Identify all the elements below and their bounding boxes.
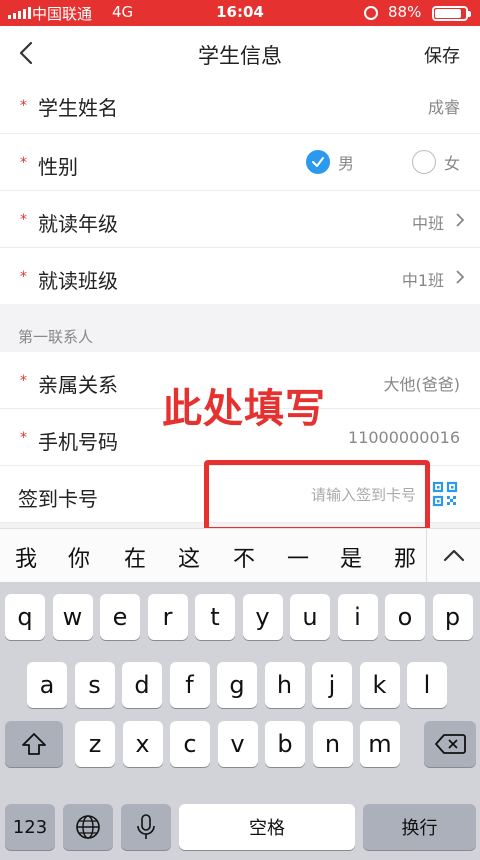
annotation-highlight-box <box>204 460 430 532</box>
radio-checked-icon <box>306 150 330 174</box>
key-w[interactable]: w <box>52 594 93 640</box>
key-i[interactable]: i <box>337 594 378 640</box>
expand-candidates-button[interactable] <box>426 529 480 583</box>
chevron-right-icon <box>456 213 465 227</box>
candidate-word[interactable]: 那 <box>394 541 416 573</box>
key-j[interactable]: j <box>312 662 352 708</box>
candidate-word[interactable]: 在 <box>124 541 146 573</box>
key-l[interactable]: l <box>407 662 447 708</box>
return-key[interactable]: 换行 <box>363 804 476 850</box>
key-b[interactable]: b <box>265 721 305 767</box>
battery-icon <box>432 6 471 21</box>
class-row[interactable]: * 就读班级 中1班 <box>0 248 480 305</box>
candidate-word[interactable]: 是 <box>340 541 362 573</box>
backspace-key[interactable] <box>424 721 476 767</box>
key-r[interactable]: r <box>147 594 188 640</box>
student-name-value[interactable]: 成睿 <box>428 94 460 118</box>
grade-value: 中班 <box>411 214 444 233</box>
annotation-text: 此处填写 <box>162 386 326 432</box>
shift-icon <box>22 733 46 755</box>
student-name-label: 学生姓名 <box>38 96 118 120</box>
numbers-key[interactable]: 123 <box>5 804 55 850</box>
numbers-key-label: 123 <box>12 816 48 838</box>
key-m[interactable]: m <box>360 721 400 767</box>
required-star: * <box>20 98 27 114</box>
dictation-key[interactable] <box>121 804 171 850</box>
nav-bar: 学生信息 保存 <box>0 26 480 80</box>
candidate-word[interactable]: 我 <box>15 541 37 573</box>
ime-candidate-bar: 我 你 在 这 不 一 是 那 <box>0 528 480 583</box>
page-title: 学生信息 <box>198 44 282 68</box>
key-v[interactable]: v <box>217 721 258 767</box>
key-a[interactable]: a <box>27 662 67 708</box>
gender-option-male[interactable]: 男 <box>306 150 354 174</box>
student-info-section: * 学生姓名 成睿 * 性别 男 女 * 就读年级 中班 * 就读班级 中1班 <box>0 80 480 305</box>
key-s[interactable]: s <box>74 662 115 708</box>
required-star: * <box>20 155 27 171</box>
student-name-row[interactable]: * 学生姓名 成睿 <box>0 80 480 134</box>
return-key-label: 换行 <box>401 818 438 839</box>
gender-option-female[interactable]: 女 <box>412 150 460 174</box>
shift-key[interactable] <box>5 721 63 767</box>
gender-row: * 性别 男 女 <box>0 134 480 191</box>
battery-percent: 88% <box>388 3 422 21</box>
save-button[interactable]: 保存 <box>424 42 460 68</box>
key-e[interactable]: e <box>100 594 140 640</box>
relation-label: 亲属关系 <box>38 373 118 397</box>
chevron-right-icon <box>456 270 465 284</box>
key-q[interactable]: q <box>5 594 45 640</box>
chevron-up-icon <box>443 549 465 562</box>
status-bar: 中国联通 4G 16:04 88% <box>0 0 480 26</box>
key-o[interactable]: o <box>385 594 425 640</box>
key-y[interactable]: y <box>242 594 283 640</box>
relation-value: 大他(爸爸) <box>383 375 461 394</box>
key-n[interactable]: n <box>312 721 353 767</box>
space-key[interactable]: 空格 <box>179 804 355 850</box>
key-g[interactable]: g <box>217 662 257 708</box>
candidate-word[interactable]: 这 <box>178 541 200 573</box>
grade-row[interactable]: * 就读年级 中班 <box>0 191 480 248</box>
gender-option-label: 女 <box>444 154 461 173</box>
key-h[interactable]: h <box>264 662 305 708</box>
class-label: 就读班级 <box>38 269 118 293</box>
key-z[interactable]: z <box>75 721 115 767</box>
key-f[interactable]: f <box>169 662 210 708</box>
key-x[interactable]: x <box>122 721 163 767</box>
required-star: * <box>20 269 27 285</box>
candidate-word[interactable]: 你 <box>68 541 90 573</box>
key-p[interactable]: p <box>432 594 473 640</box>
globe-key[interactable] <box>63 804 113 850</box>
phone-value[interactable]: 11000000016 <box>348 428 460 447</box>
required-star: * <box>20 430 27 446</box>
keyboard: qwertyuiop asdfghjkl zxcvbnm 123 空格 换行 <box>0 582 480 860</box>
radio-unchecked-icon <box>412 150 436 174</box>
backspace-icon <box>435 734 466 754</box>
microphone-icon <box>137 814 155 839</box>
card-number-label: 签到卡号 <box>18 487 98 511</box>
required-star: * <box>20 373 27 389</box>
class-value: 中1班 <box>401 271 444 290</box>
key-u[interactable]: u <box>290 594 330 640</box>
gender-option-label: 男 <box>338 154 355 173</box>
space-key-label: 空格 <box>249 818 285 839</box>
key-t[interactable]: t <box>195 594 235 640</box>
battery-fill <box>435 9 462 18</box>
globe-icon <box>76 815 100 839</box>
grade-label: 就读年级 <box>38 212 118 236</box>
gender-label: 性别 <box>38 155 78 179</box>
candidate-word[interactable]: 一 <box>287 541 309 573</box>
orientation-lock-icon <box>364 6 378 20</box>
phone-label: 手机号码 <box>38 430 118 454</box>
qr-scan-icon[interactable] <box>432 481 458 507</box>
candidate-word[interactable]: 不 <box>233 541 255 573</box>
required-star: * <box>20 212 27 228</box>
key-d[interactable]: d <box>122 662 162 708</box>
key-c[interactable]: c <box>170 721 210 767</box>
key-k[interactable]: k <box>359 662 400 708</box>
